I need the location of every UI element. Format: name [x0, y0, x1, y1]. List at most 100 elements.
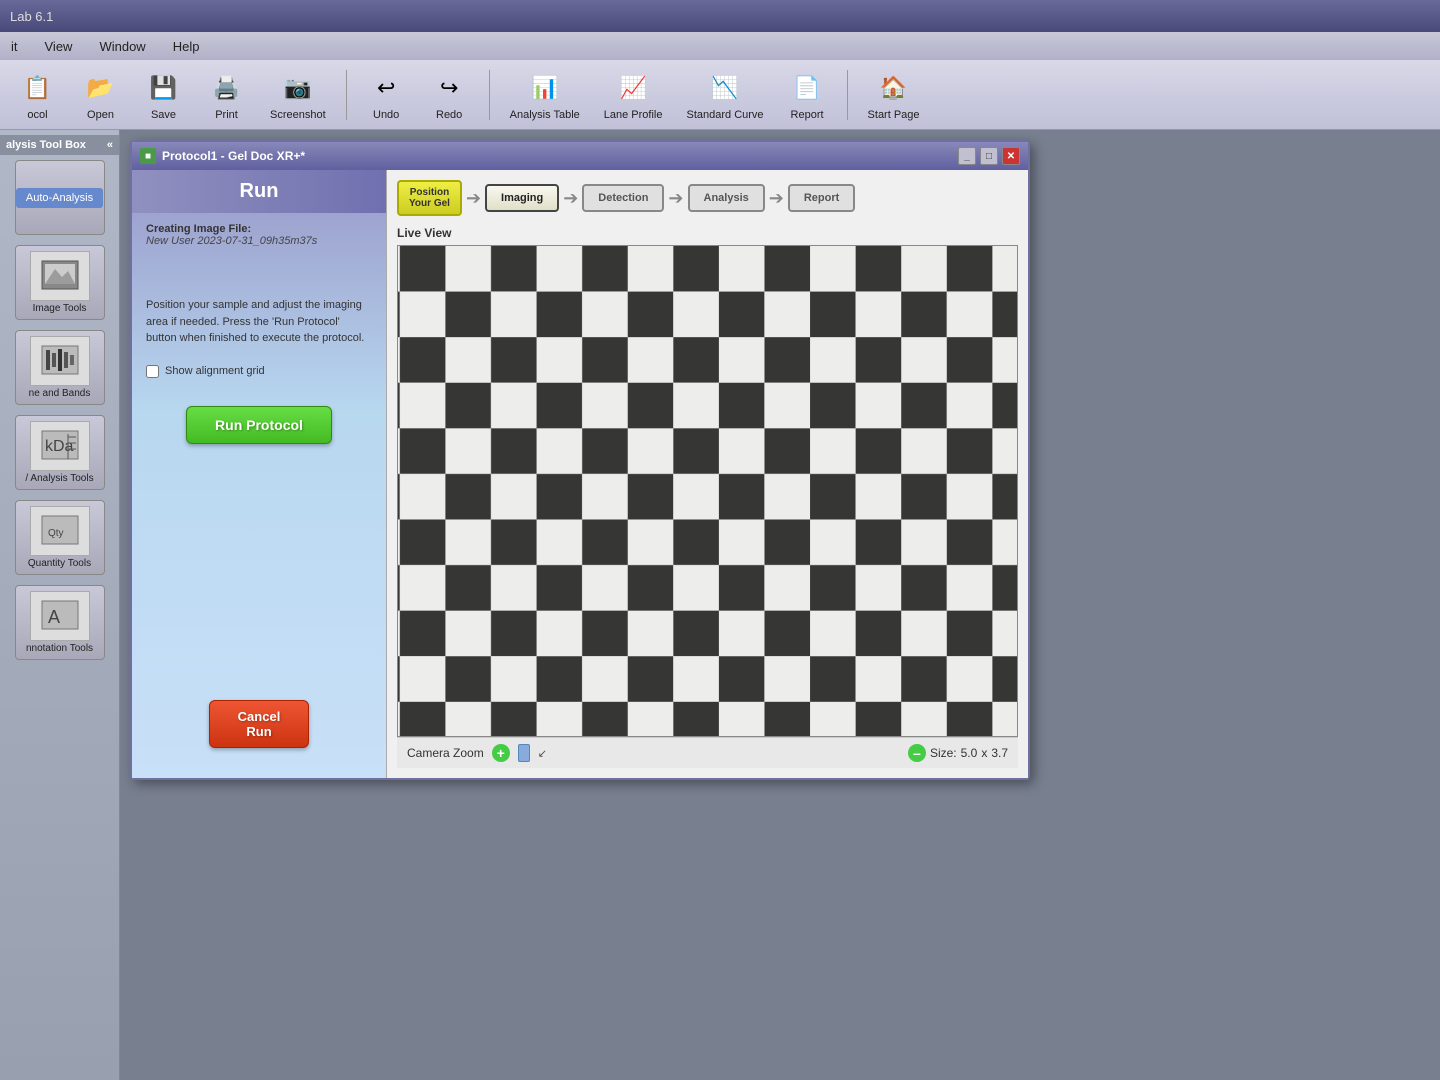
toolbar-open[interactable]: 📂 Open — [73, 65, 128, 125]
analysis-table-label: Analysis Table — [510, 109, 580, 121]
redo-icon: ↪ — [430, 69, 468, 107]
toolbar-save[interactable]: 💾 Save — [136, 65, 191, 125]
print-label: Print — [215, 109, 238, 121]
lane-profile-icon: 📈 — [614, 69, 652, 107]
camera-zoom-bar: Camera Zoom + ↙ – Size: 5.0 x 3.7 — [397, 737, 1018, 768]
cancel-run-button[interactable]: Cancel Run — [209, 700, 309, 748]
arrow-4: ➔ — [769, 188, 784, 209]
run-info: Creating Image File: New User 2023-07-31… — [132, 213, 386, 257]
step-imaging[interactable]: Imaging — [485, 184, 559, 212]
save-icon: 💾 — [145, 69, 183, 107]
svg-text:A: A — [48, 607, 60, 627]
menu-bar: it View Window Help — [0, 32, 1440, 60]
screenshot-icon: 📷 — [279, 69, 317, 107]
lane-bands-label: ne and Bands — [29, 388, 91, 399]
creating-value: New User 2023-07-31_09h35m37s — [146, 235, 372, 247]
toolbar-standard-curve[interactable]: 📉 Standard Curve — [679, 65, 772, 125]
title-bar: Lab 6.1 — [0, 0, 1440, 32]
analysis-table-icon: 📊 — [526, 69, 564, 107]
menu-help[interactable]: Help — [167, 37, 206, 56]
screenshot-label: Screenshot — [270, 109, 326, 121]
toolbar-undo[interactable]: ↩ Undo — [359, 65, 414, 125]
lane-profile-label: Lane Profile — [604, 109, 663, 121]
sidebar-item-annotation-tools[interactable]: A nnotation Tools — [15, 585, 105, 660]
arrow-2: ➔ — [563, 188, 578, 209]
menu-view[interactable]: View — [39, 37, 79, 56]
separator-1 — [346, 70, 347, 120]
redo-label: Redo — [436, 109, 462, 121]
alignment-grid-label: Show alignment grid — [165, 365, 265, 377]
sidebar-item-quantity-tools[interactable]: Qty Quantity Tools — [15, 500, 105, 575]
sidebar-item-auto-analysis[interactable]: Auto-Analysis — [15, 160, 105, 235]
window-minimize-button[interactable]: _ — [958, 147, 976, 165]
toolbar-analysis-table[interactable]: 📊 Analysis Table — [502, 65, 588, 125]
report-icon: 📄 — [788, 69, 826, 107]
toolbar-report[interactable]: 📄 Report — [780, 65, 835, 125]
sidebar-title: alysis Tool Box — [6, 139, 86, 151]
x-separator: x — [981, 746, 987, 760]
toolbar-redo[interactable]: ↪ Redo — [422, 65, 477, 125]
zoom-out-button[interactable]: – — [908, 744, 926, 762]
main-window: ■ Protocol1 - Gel Doc XR+* _ □ ✕ Run Cre… — [130, 140, 1030, 780]
run-panel: Run Creating Image File: New User 2023-0… — [132, 170, 387, 778]
menu-it[interactable]: it — [5, 37, 24, 56]
cursor-position: ↙ — [538, 747, 547, 760]
undo-label: Undo — [373, 109, 399, 121]
alignment-grid-checkbox[interactable] — [146, 365, 159, 378]
open-icon: 📂 — [82, 69, 120, 107]
separator-2 — [489, 70, 490, 120]
window-title: Protocol1 - Gel Doc XR+* — [162, 149, 305, 163]
menu-window[interactable]: Window — [93, 37, 151, 56]
svg-text:Qty: Qty — [48, 528, 64, 539]
sidebar-collapse-icon[interactable]: « — [107, 139, 113, 151]
step-report[interactable]: Report — [788, 184, 855, 212]
step-position[interactable]: PositionYour Gel — [397, 180, 462, 216]
start-page-label: Start Page — [868, 109, 920, 121]
cancel-line2: Run — [246, 724, 271, 739]
run-protocol-button[interactable]: Run Protocol — [186, 406, 332, 444]
run-instructions: Position your sample and adjust the imag… — [132, 287, 386, 357]
title-bar-label: Lab 6.1 — [10, 9, 53, 24]
window-controls: _ □ ✕ — [958, 147, 1020, 165]
alignment-grid-row: Show alignment grid — [132, 357, 386, 386]
live-view-label: Live View — [397, 226, 1018, 240]
toolbar-screenshot[interactable]: 📷 Screenshot — [262, 65, 334, 125]
workflow-bar: PositionYour Gel ➔ Imaging ➔ Detection ➔… — [397, 180, 1018, 216]
window-close-button[interactable]: ✕ — [1002, 147, 1020, 165]
start-page-icon: 🏠 — [875, 69, 913, 107]
sidebar-header: alysis Tool Box « — [0, 135, 119, 155]
arrow-1: ➔ — [466, 188, 481, 209]
save-label: Save — [151, 109, 176, 121]
image-tools-icon — [30, 251, 90, 301]
zoom-in-button[interactable]: + — [492, 744, 510, 762]
toolbar-print[interactable]: 🖨️ Print — [199, 65, 254, 125]
window-restore-button[interactable]: □ — [980, 147, 998, 165]
sidebar-item-analysis-tools[interactable]: kDa / Analysis Tools — [15, 415, 105, 490]
right-panel: PositionYour Gel ➔ Imaging ➔ Detection ➔… — [387, 170, 1028, 778]
svg-text:kDa: kDa — [45, 438, 74, 455]
toolbar-lane-profile[interactable]: 📈 Lane Profile — [596, 65, 671, 125]
print-icon: 🖨️ — [208, 69, 246, 107]
analysis-tools-label: / Analysis Tools — [25, 473, 93, 484]
toolbar-ocol[interactable]: 📋 ocol — [10, 65, 65, 125]
standard-curve-label: Standard Curve — [687, 109, 764, 121]
zoom-slider[interactable] — [518, 744, 530, 762]
sidebar-item-image-tools[interactable]: Image Tools — [15, 245, 105, 320]
size-label: Size: — [930, 746, 957, 760]
window-title-bar: ■ Protocol1 - Gel Doc XR+* _ □ ✕ — [132, 142, 1028, 170]
size-info: – Size: 5.0 x 3.7 — [908, 744, 1008, 762]
toolbar: 📋 ocol 📂 Open 💾 Save 🖨️ Print 📷 Screensh… — [0, 60, 1440, 130]
toolbar-start-page[interactable]: 🏠 Start Page — [860, 65, 928, 125]
step-analysis[interactable]: Analysis — [688, 184, 765, 212]
window-content: Run Creating Image File: New User 2023-0… — [132, 170, 1028, 778]
main-layout: alysis Tool Box « Auto-Analysis Image To… — [0, 130, 1440, 1080]
cancel-line1: Cancel — [238, 709, 281, 724]
analysis-tools-icon: kDa — [30, 421, 90, 471]
window-icon: ■ — [140, 148, 156, 164]
checkerboard-svg — [398, 246, 1017, 736]
report-label: Report — [791, 109, 824, 121]
step-detection[interactable]: Detection — [582, 184, 664, 212]
sidebar-item-lane-bands[interactable]: ne and Bands — [15, 330, 105, 405]
auto-analysis-button[interactable]: Auto-Analysis — [16, 188, 103, 208]
creating-label: Creating Image File: — [146, 223, 372, 235]
